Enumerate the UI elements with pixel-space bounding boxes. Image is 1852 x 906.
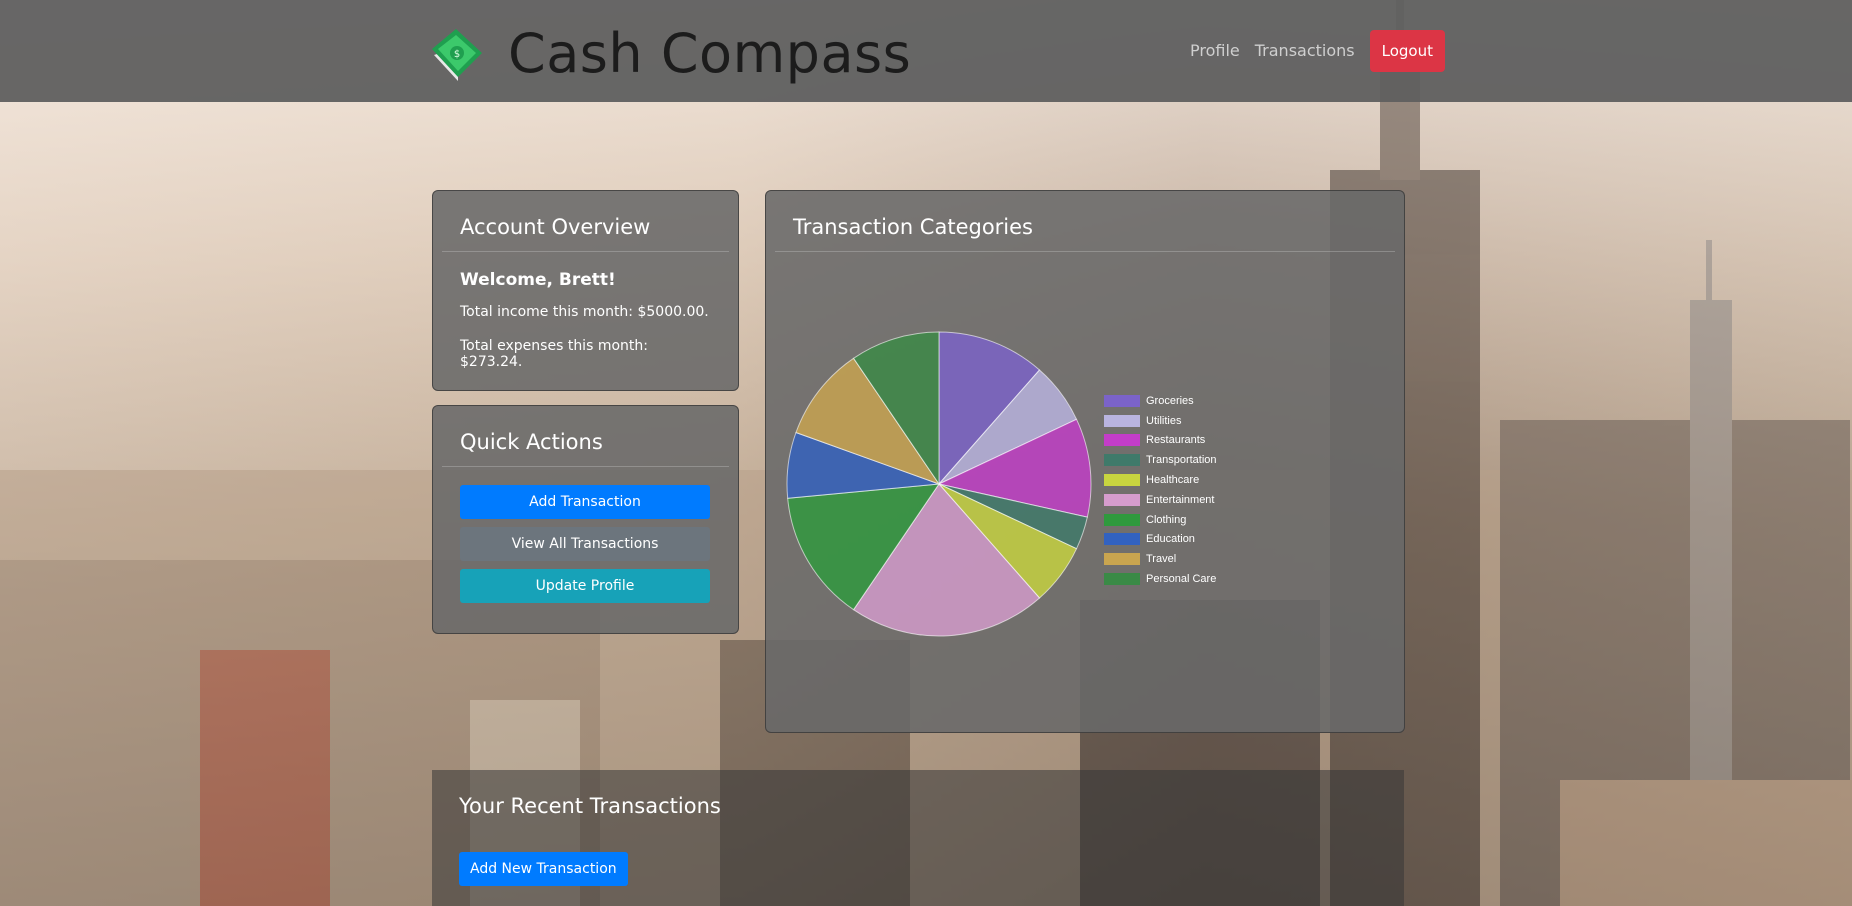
recent-transactions-title: Your Recent Transactions: [459, 794, 721, 818]
legend-item-personal-care[interactable]: Personal Care: [1104, 569, 1217, 589]
view-all-transactions-button[interactable]: View All Transactions: [460, 527, 710, 561]
brand[interactable]: $ Cash Compass: [428, 24, 911, 84]
legend-swatch: [1104, 474, 1140, 487]
legend-label: Entertainment: [1146, 493, 1215, 506]
svg-text:$: $: [454, 49, 460, 60]
legend-label: Restaurants: [1146, 434, 1206, 447]
legend-label: Clothing: [1146, 513, 1187, 526]
legend-item-transportation[interactable]: Transportation: [1104, 450, 1217, 470]
add-new-transaction-button[interactable]: Add New Transaction: [459, 852, 628, 886]
quick-actions-body: Add Transaction View All Transactions Up…: [433, 467, 738, 629]
legend-label: Transportation: [1146, 454, 1217, 467]
category-pie-chart: [786, 331, 1092, 637]
legend-swatch: [1104, 573, 1140, 586]
recent-transactions-section: Your Recent Transactions Add New Transac…: [432, 770, 1404, 906]
legend-item-education[interactable]: Education: [1104, 530, 1217, 550]
legend-item-clothing[interactable]: Clothing: [1104, 510, 1217, 530]
logout-button[interactable]: Logout: [1369, 30, 1445, 72]
legend-label: Travel: [1146, 553, 1177, 566]
update-profile-button[interactable]: Update Profile: [460, 569, 710, 603]
top-navbar: $ Cash Compass Profile Transactions Logo…: [0, 0, 1852, 102]
legend-item-utilities[interactable]: Utilities: [1104, 411, 1217, 431]
legend-item-travel[interactable]: Travel: [1104, 549, 1217, 569]
legend-label: Utilities: [1146, 414, 1182, 427]
legend-label: Education: [1146, 533, 1195, 546]
account-overview-body: Welcome, Brett! Total income this month:…: [433, 252, 738, 406]
money-bill-logo-icon: $: [432, 29, 482, 81]
brand-title: Cash Compass: [508, 22, 912, 85]
nav-links: Profile Transactions Logout: [1190, 30, 1445, 72]
legend-label: Groceries: [1146, 394, 1194, 407]
legend-swatch: [1104, 434, 1140, 447]
welcome-message: Welcome, Brett!: [460, 270, 616, 290]
nav-transactions-link[interactable]: Transactions: [1255, 30, 1355, 72]
quick-actions-card: Quick Actions Add Transaction View All T…: [432, 405, 739, 634]
legend-item-healthcare[interactable]: Healthcare: [1104, 470, 1217, 490]
expenses-summary: Total expenses this month: $273.24.: [460, 338, 648, 370]
legend-swatch: [1104, 553, 1140, 566]
legend-label: Healthcare: [1146, 474, 1200, 487]
legend-label: Personal Care: [1146, 573, 1217, 586]
account-overview-title: Account Overview: [442, 191, 729, 252]
legend-item-groceries[interactable]: Groceries: [1104, 391, 1217, 411]
legend-swatch: [1104, 394, 1140, 407]
legend-swatch: [1104, 513, 1140, 526]
legend-swatch: [1104, 454, 1140, 467]
account-overview-card: Account Overview Welcome, Brett! Total i…: [432, 190, 739, 391]
legend-item-entertainment[interactable]: Entertainment: [1104, 490, 1217, 510]
legend-swatch: [1104, 533, 1140, 546]
legend-swatch: [1104, 414, 1140, 427]
income-summary: Total income this month: $5000.00.: [460, 304, 709, 320]
transaction-categories-title: Transaction Categories: [775, 191, 1395, 252]
transaction-categories-card: Transaction Categories Groceries Utilitie…: [765, 190, 1405, 733]
category-legend: Groceries Utilities Restaurants Transportat…: [1104, 391, 1217, 589]
add-transaction-button[interactable]: Add Transaction: [460, 485, 710, 519]
legend-item-restaurants[interactable]: Restaurants: [1104, 431, 1217, 451]
nav-profile-link[interactable]: Profile: [1190, 30, 1240, 72]
legend-swatch: [1104, 493, 1140, 506]
quick-actions-title: Quick Actions: [442, 406, 729, 467]
